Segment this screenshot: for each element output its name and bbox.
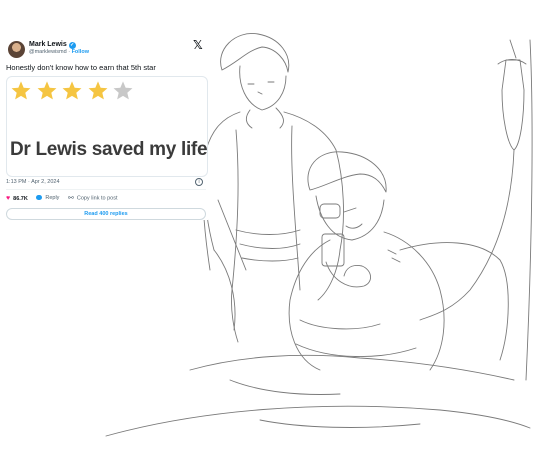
standing-figure-face <box>239 65 287 111</box>
post-text: Honestly don't know how to earn that 5th… <box>6 63 156 72</box>
read-replies-button[interactable]: Read 400 replies <box>6 208 206 220</box>
verified-badge-icon: ✓ <box>68 42 76 49</box>
post-media-image[interactable]: Dr Lewis saved my life! <box>6 76 208 177</box>
post-actions: ♥ 86.7K Reply ⚯ Copy link to post <box>6 194 125 204</box>
author-avatar[interactable] <box>8 41 25 58</box>
standing-figure-hair <box>220 33 290 73</box>
author-name-text[interactable]: Mark Lewis <box>29 41 67 48</box>
bed-sketch <box>105 354 531 437</box>
divider <box>6 189 206 190</box>
like-count: 86.7K <box>13 195 28 202</box>
star-filled-icon <box>36 80 58 102</box>
rating-stars <box>10 80 138 110</box>
post-timestamp[interactable]: 1:13 PM · Apr 2, 2024 <box>6 179 60 185</box>
star-filled-icon <box>10 80 32 102</box>
sitting-figure-hair <box>307 151 387 193</box>
phone-sketch <box>321 233 345 267</box>
like-button[interactable]: ♥ 86.7K <box>6 195 28 202</box>
author-name[interactable]: Mark Lewis ✓ <box>29 41 76 49</box>
info-icon[interactable]: i <box>195 178 203 186</box>
star-filled-icon <box>61 80 83 102</box>
social-post-card: Mark Lewis ✓ @marklewismd · Follow 𝕏 Hone… <box>4 38 208 220</box>
author-meta: @marklewismd · Follow <box>29 49 89 55</box>
copy-link-label: Copy link to post <box>76 195 118 202</box>
copy-link-button[interactable]: ⚯ Copy link to post <box>68 194 118 202</box>
author-handle[interactable]: @marklewismd <box>29 49 67 55</box>
link-icon: ⚯ <box>67 195 74 202</box>
standing-figure-body <box>203 111 344 251</box>
reply-bubble-icon <box>36 195 43 201</box>
sitting-figure-body <box>288 231 445 371</box>
x-logo-icon[interactable]: 𝕏 <box>193 38 203 52</box>
reply-button[interactable]: Reply <box>36 195 59 201</box>
reply-label: Reply <box>45 195 60 201</box>
heart-icon: ♥ <box>6 194 11 202</box>
star-filled-icon <box>87 80 109 102</box>
review-text: Dr Lewis saved my life! <box>10 139 208 160</box>
iv-drip-sketch <box>419 59 527 321</box>
follow-button[interactable]: Follow <box>72 49 89 55</box>
star-empty-icon <box>112 80 134 102</box>
